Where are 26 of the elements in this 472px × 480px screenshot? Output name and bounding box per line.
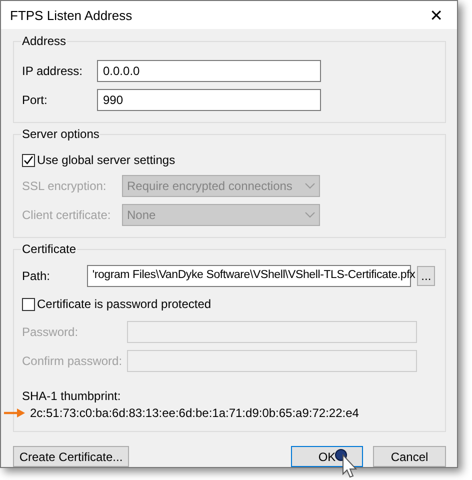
field-label: Path: xyxy=(22,268,52,282)
field-label: SSL encryption: xyxy=(22,178,108,192)
close-button[interactable]: ✕ xyxy=(426,6,447,24)
chevron-down-icon xyxy=(305,182,315,188)
thumbprint-label: SHA-1 thumbprint: xyxy=(22,389,122,403)
create-certificate-button[interactable]: Create Certificate... xyxy=(13,446,129,467)
thumbprint-value: 2c:51:73:c0:ba:6d:83:13:ee:6d:be:1a:71:d9:0b:65:a9:72:22:e4 xyxy=(30,406,359,420)
input-field[interactable]: 990 xyxy=(97,88,321,110)
field-label: IP address: xyxy=(22,64,84,78)
group-title: Server options xyxy=(21,127,100,141)
browse-button[interactable]: ... xyxy=(417,266,435,286)
group-title: Certificate xyxy=(21,242,78,256)
window-title: FTPS Listen Address xyxy=(10,8,132,22)
group-title: Address xyxy=(21,34,68,48)
field-label: Password: xyxy=(22,324,80,338)
field-label: Client certificate: xyxy=(22,208,112,222)
field-label: Port: xyxy=(22,92,48,106)
field-label: Confirm password: xyxy=(22,354,124,368)
cancel-button[interactable]: Cancel xyxy=(373,446,446,467)
checkbox[interactable] xyxy=(22,298,35,310)
checkbox[interactable] xyxy=(22,154,35,166)
checkbox-label[interactable]: Use global server settings xyxy=(37,153,176,167)
checkbox-label[interactable]: Certificate is password protected xyxy=(37,297,212,311)
chevron-down-icon xyxy=(305,212,315,218)
input-field[interactable]: 0.0.0.0 xyxy=(97,60,321,82)
arrow-icon xyxy=(4,408,26,418)
